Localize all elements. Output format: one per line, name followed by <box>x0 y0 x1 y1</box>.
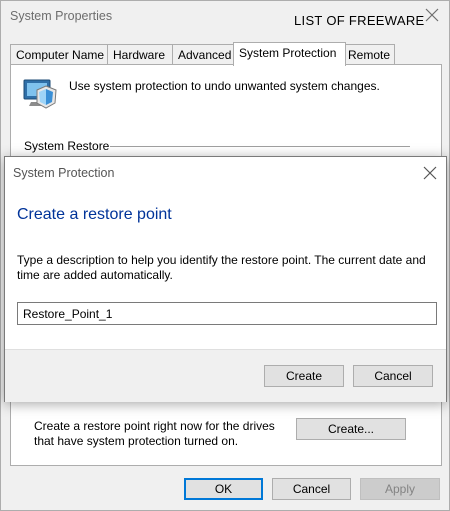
system-protection-icon <box>23 79 57 109</box>
watermark-text: LIST OF FREEWARE <box>294 13 425 28</box>
create-description: Create a restore point right now for the… <box>34 419 275 448</box>
restore-point-name-input[interactable] <box>17 302 437 325</box>
close-icon[interactable] <box>424 7 440 23</box>
tab-computer-name[interactable]: Computer Name <box>10 44 111 65</box>
tab-remote[interactable]: Remote <box>342 44 395 65</box>
system-protection-dialog: System Protection Create a restore point… <box>4 156 447 402</box>
dialog-description: Type a description to help you identify … <box>17 253 426 282</box>
cancel-button[interactable]: Cancel <box>272 478 351 500</box>
system-restore-label: System Restore <box>24 139 110 153</box>
ok-button[interactable]: OK <box>184 478 263 500</box>
dialog-footer: Create Cancel <box>5 349 446 402</box>
window-title: System Properties <box>10 9 113 23</box>
tab-hardware[interactable]: Hardware <box>107 44 176 65</box>
tab-advanced[interactable]: Advanced <box>172 44 242 65</box>
group-divider <box>110 146 410 147</box>
protection-description: Use system protection to undo unwanted s… <box>69 79 380 93</box>
apply-button: Apply <box>360 478 440 500</box>
dialog-cancel-button[interactable]: Cancel <box>353 365 433 387</box>
tab-system-protection[interactable]: System Protection <box>233 42 346 66</box>
dialog-title: System Protection <box>13 166 115 180</box>
dialog-heading: Create a restore point <box>17 206 172 223</box>
close-icon[interactable] <box>423 166 437 180</box>
create-restore-point-button[interactable]: Create... <box>296 418 406 440</box>
dialog-create-button[interactable]: Create <box>264 365 344 387</box>
